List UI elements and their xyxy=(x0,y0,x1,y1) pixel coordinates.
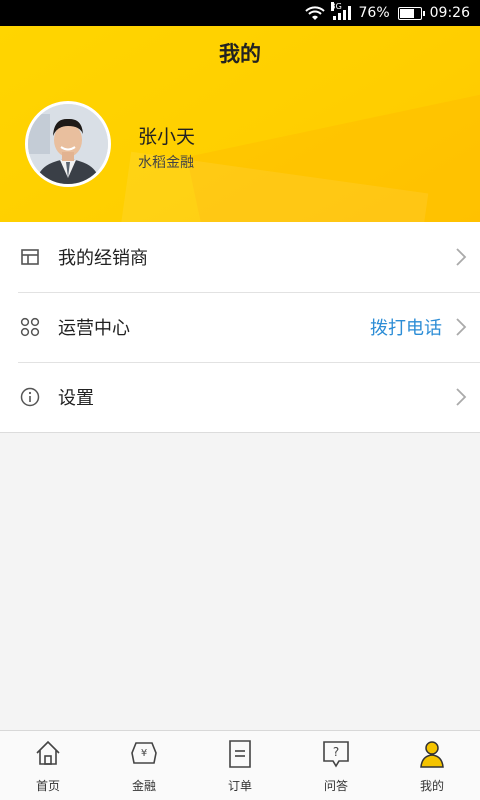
tab-home[interactable]: 首页 xyxy=(0,731,96,800)
tab-orders[interactable]: 订单 xyxy=(192,731,288,800)
network-type: 3G xyxy=(330,2,342,11)
svg-text:¥: ¥ xyxy=(141,748,147,759)
chevron-right-icon xyxy=(456,248,467,266)
menu-label-dealers: 我的经销商 xyxy=(58,248,148,269)
status-bar: 3G 76% 09:26 xyxy=(0,0,480,26)
tab-finance[interactable]: ¥ 金融 xyxy=(96,731,192,800)
home-icon xyxy=(36,740,60,765)
question-icon: ? xyxy=(323,741,349,768)
tab-label-finance: 金融 xyxy=(131,779,156,793)
chevron-right-icon xyxy=(456,318,467,336)
info-icon xyxy=(20,387,40,407)
user-company: 水稻金融 xyxy=(138,155,194,171)
tab-label-profile: 我的 xyxy=(419,779,444,793)
profile-icon xyxy=(420,741,444,768)
tab-profile[interactable]: 我的 xyxy=(384,731,480,800)
profile-header: 我的 张小天 水稻金融 xyxy=(0,26,480,222)
menu-label-settings: 设置 xyxy=(58,388,94,409)
menu-item-dealers[interactable]: 我的经销商 xyxy=(0,222,480,292)
grid-circles-icon xyxy=(20,317,40,337)
tab-label-home: 首页 xyxy=(35,779,60,793)
finance-icon: ¥ xyxy=(131,742,157,764)
menu-item-settings[interactable]: 设置 xyxy=(0,362,480,432)
call-phone-link[interactable]: 拨打电话 xyxy=(370,314,442,340)
chevron-right-icon xyxy=(456,388,467,406)
page-title: 我的 xyxy=(219,42,261,66)
battery-icon xyxy=(397,6,425,20)
clock: 09:26 xyxy=(429,5,470,21)
wifi-icon xyxy=(304,6,325,20)
avatar-image xyxy=(28,104,108,184)
bottom-tab-bar: 首页 ¥ 金融 订单 ? 问答 我的 xyxy=(0,730,480,800)
order-icon xyxy=(229,740,251,768)
store-icon xyxy=(21,249,39,265)
battery-percent: 76% xyxy=(358,5,390,21)
svg-text:?: ? xyxy=(333,745,339,759)
menu-item-operations-center[interactable]: 运营中心 拨打电话 xyxy=(0,292,480,362)
menu-label-operations-center: 运营中心 xyxy=(58,318,130,339)
signal-icon: 3G xyxy=(330,2,351,20)
tab-label-orders: 订单 xyxy=(227,779,252,793)
tab-qa[interactable]: ? 问答 xyxy=(288,731,384,800)
avatar[interactable] xyxy=(25,101,111,187)
tab-label-qa: 问答 xyxy=(323,779,348,793)
menu-list: 我的经销商 运营中心 拨打电话 设置 xyxy=(0,222,480,433)
user-name: 张小天 xyxy=(138,126,196,148)
